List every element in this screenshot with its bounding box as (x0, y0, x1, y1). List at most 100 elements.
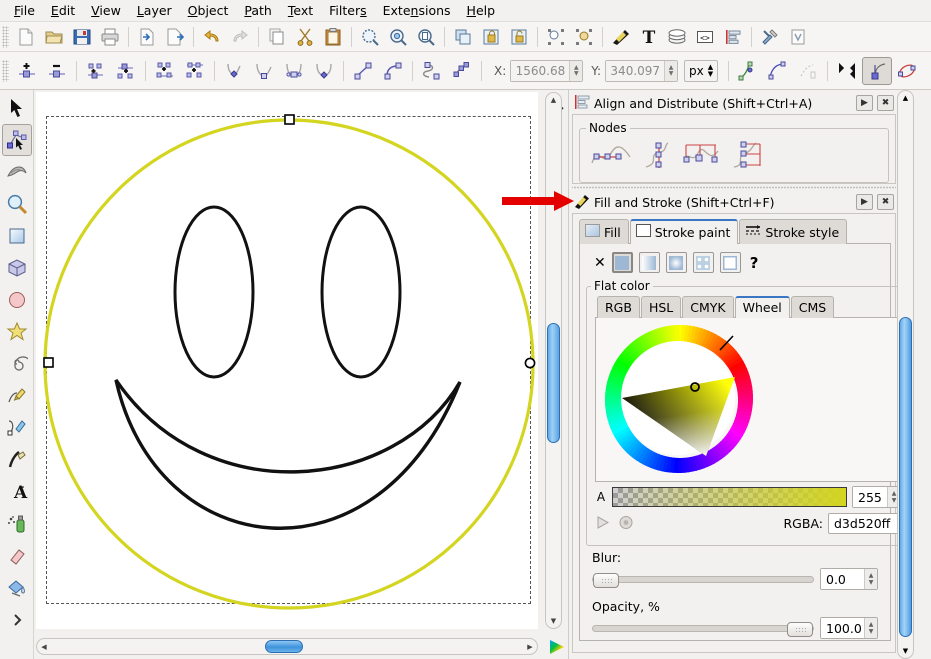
object-to-path-icon[interactable] (417, 57, 447, 85)
menu-extensions[interactable]: Extensions (375, 1, 459, 20)
text-tool[interactable]: A (2, 476, 32, 508)
ungroup-icon[interactable] (505, 24, 533, 50)
linear-gradient-button[interactable] (638, 252, 660, 273)
paste-icon[interactable] (319, 24, 347, 50)
menu-text[interactable]: Text (280, 1, 321, 20)
tab-stroke-style[interactable]: Stroke style (739, 219, 848, 244)
face-circle[interactable] (43, 118, 535, 610)
canvas-vertical-scrollbar[interactable]: ▲ ▼ (545, 92, 562, 629)
group-icon[interactable] (477, 24, 505, 50)
menu-file[interactable]: File (6, 1, 43, 20)
smiley-face[interactable] (36, 92, 538, 629)
show-transform-handles-icon[interactable] (733, 57, 763, 85)
align-dialog-icon[interactable] (719, 24, 747, 50)
opacity-spinbox[interactable]: 100.0 ▲ ▼ (820, 617, 878, 639)
menu-view[interactable]: View (83, 1, 129, 20)
menu-layer[interactable]: Layer (129, 1, 180, 20)
spray-tool[interactable] (2, 508, 32, 540)
drawing-canvas[interactable] (36, 92, 538, 629)
tab-cms[interactable]: CMS (790, 296, 835, 318)
opacity-slider-knob[interactable] (787, 621, 813, 637)
tab-rgb[interactable]: RGB (597, 296, 640, 318)
document-properties-icon[interactable] (784, 24, 812, 50)
opacity-spin-arrows[interactable]: ▲ ▼ (864, 618, 877, 638)
color-wheel[interactable] (600, 322, 896, 474)
import-icon[interactable] (133, 24, 161, 50)
duplicate-icon[interactable] (449, 24, 477, 50)
dock-scroll-down-arrow[interactable]: ▼ (898, 644, 913, 658)
show-mask-icon[interactable] (892, 57, 922, 85)
alpha-spinbox[interactable]: 255 ▲ ▼ (852, 486, 901, 508)
right-eye[interactable] (320, 205, 402, 379)
fill-stroke-close-button[interactable]: ✖ (877, 194, 894, 210)
export-icon[interactable] (161, 24, 189, 50)
distribute-nodes-vertically-icon[interactable] (732, 141, 766, 174)
zoom-drawing-icon[interactable] (384, 24, 412, 50)
make-line-icon[interactable] (348, 57, 378, 85)
show-bezier-handles-icon[interactable] (763, 57, 793, 85)
spiral-tool[interactable] (2, 348, 32, 380)
blur-spinbox[interactable]: 0.0 ▲ ▼ (820, 568, 878, 590)
break-path-icon[interactable] (81, 57, 111, 85)
blur-spin-arrows[interactable]: ▲ ▼ (864, 569, 877, 589)
opacity-slider[interactable] (592, 621, 814, 637)
star-tool[interactable] (2, 316, 32, 348)
eraser-tool[interactable] (2, 540, 32, 572)
rgba-input[interactable]: d3d520ff (828, 513, 900, 534)
y-spinbox[interactable]: 340.097 ▲ ▼ (605, 59, 679, 82)
tab-fill[interactable]: Fill (579, 219, 629, 244)
blur-slider[interactable] (592, 572, 814, 588)
menu-path[interactable]: Path (236, 1, 279, 20)
layers-dialog-icon[interactable] (663, 24, 691, 50)
x-spin-arrows[interactable]: ▲ ▼ (569, 60, 583, 81)
copy-icon[interactable] (263, 24, 291, 50)
tab-wheel[interactable]: Wheel (734, 296, 790, 318)
make-corner-icon[interactable] (219, 57, 249, 85)
unclone-icon[interactable] (570, 24, 598, 50)
align-panel-menu-button[interactable]: ▶ (856, 95, 873, 111)
tab-cmyk[interactable]: CMYK (682, 296, 734, 318)
bezier-tool[interactable] (2, 412, 32, 444)
cut-icon[interactable] (291, 24, 319, 50)
scroll-left-arrow[interactable]: ◀ (37, 639, 51, 654)
show-outline-icon[interactable] (793, 57, 823, 85)
rectangle-tool[interactable] (2, 220, 32, 252)
opacity-value[interactable]: 100.0 (821, 618, 864, 638)
color-wheel-status-icon[interactable] (548, 638, 566, 656)
pattern-button[interactable] (692, 252, 714, 273)
vertical-scroll-thumb[interactable] (547, 323, 560, 443)
paint-bucket-tool[interactable] (2, 572, 32, 604)
menu-object[interactable]: Object (180, 1, 237, 20)
y-value[interactable]: 340.097 (606, 60, 665, 81)
redo-icon[interactable] (226, 24, 254, 50)
last-color-icon[interactable] (618, 515, 635, 533)
join-nodes-icon[interactable] (111, 57, 141, 85)
new-document-icon[interactable] (12, 24, 40, 50)
swatch-button[interactable] (719, 252, 741, 273)
fill-stroke-menu-button[interactable]: ▶ (856, 194, 873, 210)
make-symmetric-icon[interactable] (279, 57, 309, 85)
distribute-nodes-horizontally-icon[interactable] (682, 141, 722, 174)
nodebar-grip[interactable] (2, 59, 9, 82)
menu-help[interactable]: Help (459, 1, 504, 20)
y-spin-arrows[interactable]: ▲ ▼ (664, 60, 678, 81)
no-paint-button[interactable]: ✕ (594, 255, 606, 271)
text-dialog-icon[interactable]: T (635, 24, 663, 50)
open-document-icon[interactable] (40, 24, 68, 50)
xml-editor-icon[interactable]: <> (691, 24, 719, 50)
panel-resize-grip[interactable] (572, 184, 896, 191)
alpha-slider[interactable] (612, 487, 847, 507)
tab-hsl[interactable]: HSL (640, 296, 682, 318)
delete-node-icon[interactable] (42, 57, 72, 85)
show-clip-icon[interactable] (862, 56, 893, 85)
calligraphy-tool[interactable] (2, 444, 32, 476)
align-nodes-vertically-icon[interactable] (642, 141, 672, 174)
blur-slider-knob[interactable] (593, 572, 619, 588)
scroll-right-arrow[interactable]: ▶ (523, 639, 537, 654)
mouth[interactable] (114, 379, 462, 530)
preferences-icon[interactable] (756, 24, 784, 50)
selector-tool[interactable] (2, 92, 32, 124)
zoom-tool[interactable] (2, 188, 32, 220)
zoom-selection-icon[interactable] (356, 24, 384, 50)
unknown-paint-button[interactable]: ? (750, 254, 759, 272)
